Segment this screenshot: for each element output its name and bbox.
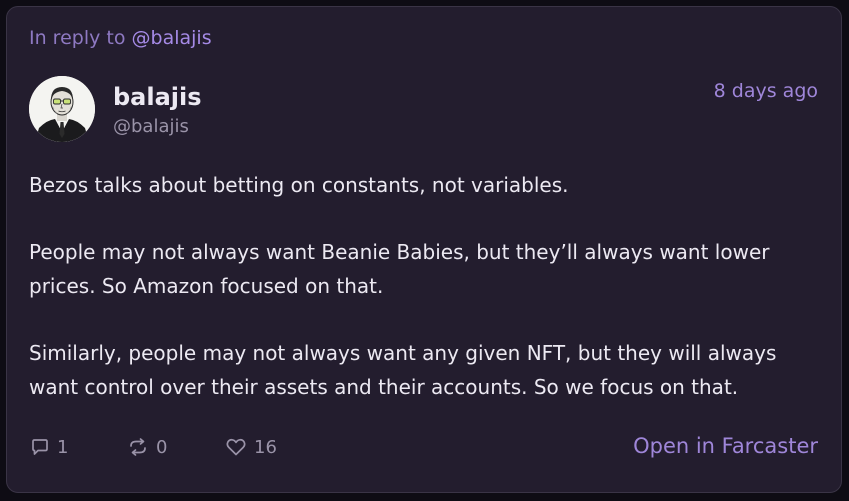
cast-paragraph: Similarly, people may not always want an… <box>29 336 829 404</box>
cast-line: prices. So Amazon focused on that. <box>29 274 384 298</box>
recast-button[interactable]: 0 <box>127 435 167 459</box>
recast-count: 0 <box>156 436 168 458</box>
recast-icon <box>130 438 146 456</box>
open-in-farcaster-link[interactable]: Open in Farcaster <box>633 434 818 458</box>
heart-icon <box>226 438 246 456</box>
cast-line: People may not always want Beanie Babies… <box>29 240 770 264</box>
author-handle[interactable]: @balajis <box>113 116 189 137</box>
author-display-name[interactable]: balajis <box>113 83 202 111</box>
cast-paragraph: Bezos talks about betting on constants, … <box>29 168 829 202</box>
avatar[interactable] <box>29 76 95 142</box>
like-button[interactable]: 16 <box>225 435 277 459</box>
portrait-avatar-icon <box>29 76 95 142</box>
reply-count: 1 <box>57 436 69 458</box>
reply-context: In reply to @balajis <box>29 27 212 49</box>
cast-paragraph: People may not always want Beanie Babies… <box>29 235 829 303</box>
cast-line: Similarly, people may not always want an… <box>29 341 777 365</box>
cast-card: In reply to @balajis balajis @balajis 8 … <box>6 6 842 493</box>
cast-line: Bezos talks about betting on constants, … <box>29 173 569 197</box>
reply-button[interactable]: 1 <box>30 435 68 459</box>
cast-line: want control over their assets and their… <box>29 375 739 399</box>
reply-prefix: In reply to <box>29 27 126 49</box>
reply-handle-link[interactable]: @balajis <box>132 27 212 49</box>
cast-timestamp[interactable]: 8 days ago <box>714 80 818 102</box>
like-count: 16 <box>254 436 277 458</box>
cast-body: Bezos talks about betting on constants, … <box>29 168 829 437</box>
comment-icon <box>32 439 48 455</box>
